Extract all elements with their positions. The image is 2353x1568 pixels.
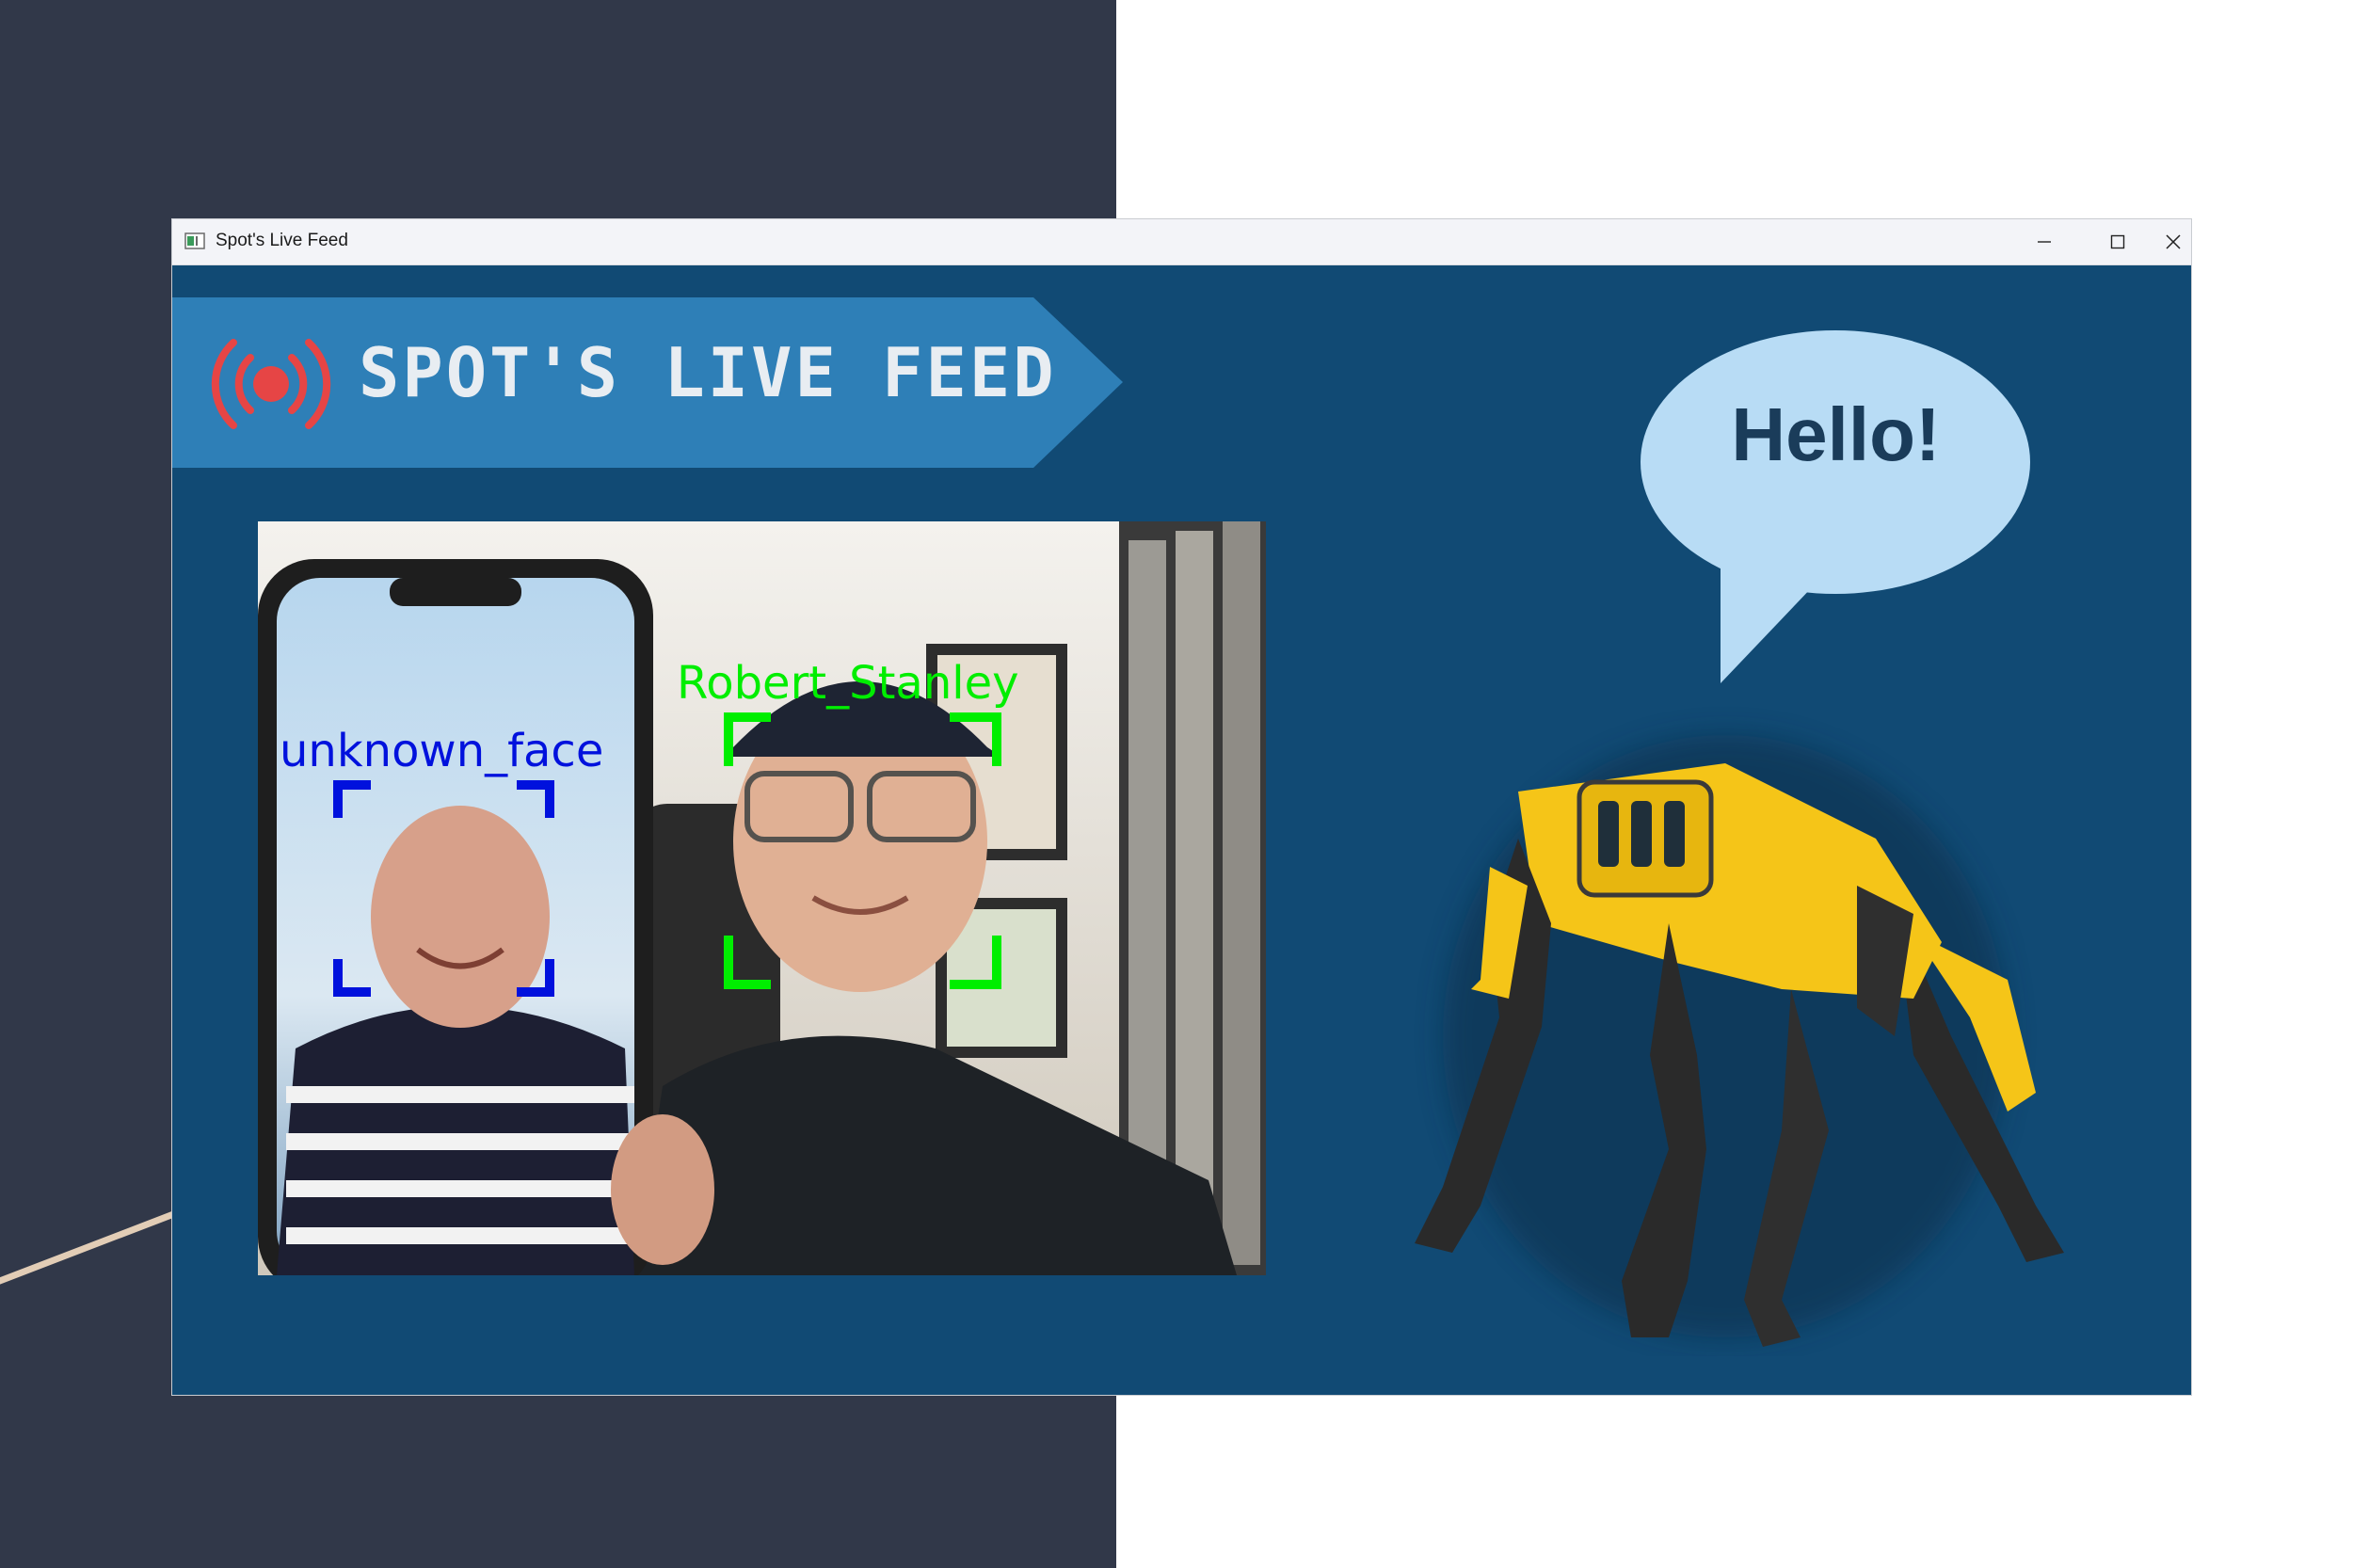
banner-title: SPOT'S LIVE FEED: [359, 333, 1057, 412]
thumb: [611, 1114, 714, 1265]
detection-label-unknown: unknown_face: [280, 725, 603, 777]
speech-bubble: [1641, 330, 2030, 683]
close-icon: [2165, 234, 2181, 249]
window-content: SPOT'S LIVE FEED unknown_face Robert_Sta…: [172, 264, 2191, 1395]
close-button[interactable]: [2154, 219, 2191, 264]
window-title: Spot's Live Feed: [216, 231, 348, 250]
speech-bubble-text: Hello!: [1731, 392, 1941, 476]
minimize-button[interactable]: [2008, 219, 2081, 264]
live-broadcast-icon: [211, 339, 331, 429]
maximize-button[interactable]: [2081, 219, 2154, 264]
phone-notch: [390, 578, 521, 606]
title-bar[interactable]: Spot's Live Feed: [172, 219, 2191, 265]
camera-feed: unknown_face Robert_Stanley: [258, 521, 1266, 1275]
live-feed-banner: SPOT'S LIVE FEED: [172, 297, 1123, 468]
app-window: Spot's Live Feed SPOT'S LIVE FEED unknow…: [172, 219, 2191, 1395]
detection-label-robert: Robert_Stanley: [677, 657, 1019, 710]
minimize-icon: [2038, 241, 2051, 243]
app-icon: [184, 232, 205, 249]
maximize-icon: [2110, 234, 2125, 249]
spot-robot-image: [1415, 735, 2064, 1347]
